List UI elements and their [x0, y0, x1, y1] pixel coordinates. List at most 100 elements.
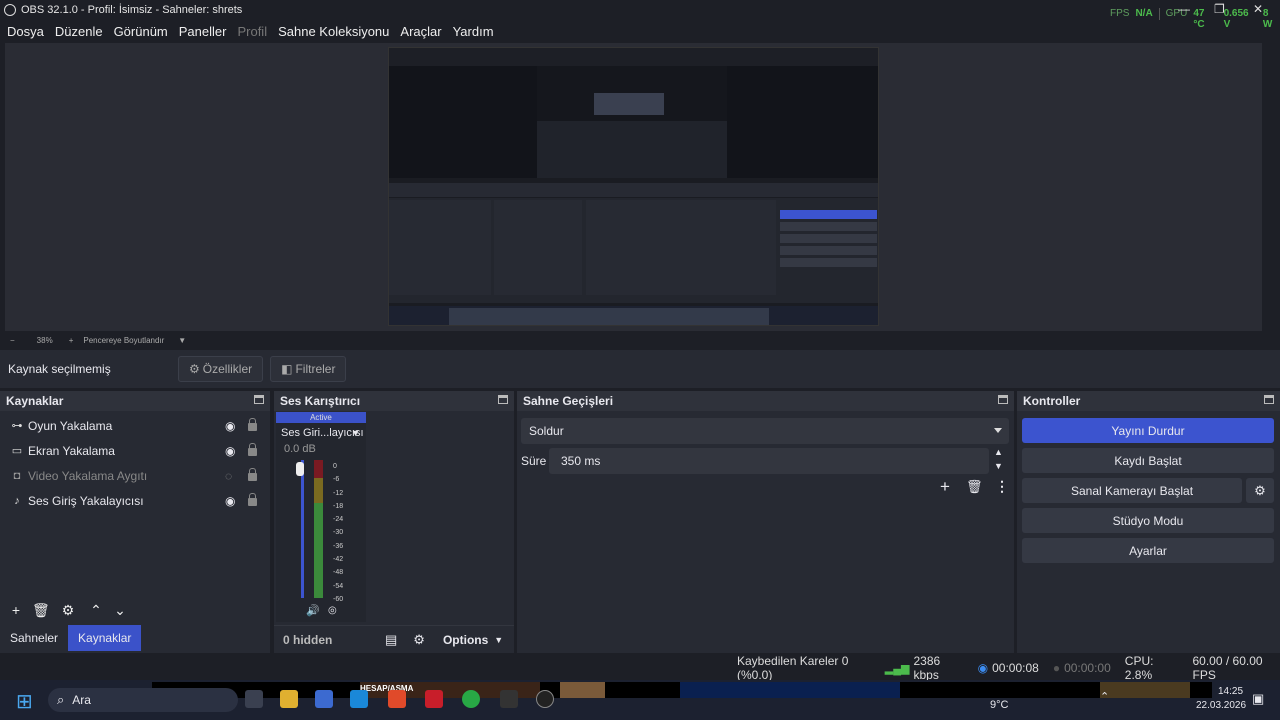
- mixer-footer: 0 hidden ▤ ⚙ Options ▼: [274, 625, 514, 653]
- menu-edit[interactable]: Düzenle: [55, 24, 103, 39]
- lock-icon[interactable]: [248, 493, 257, 506]
- status-bar: Kaybedilen Kareler 0 (%0.0) ▂▄▆ 2386 kbp…: [0, 654, 1280, 682]
- cpu-usage: CPU: 2.8%: [1124, 654, 1154, 682]
- studio-mode-button[interactable]: Stüdyo Modu: [1022, 508, 1274, 533]
- transition-type-select[interactable]: Soldur: [521, 418, 1009, 444]
- close-icon[interactable]: ✕: [1253, 2, 1263, 16]
- sources-toolbar: + 🗑 ⚙ ⌃ ⌄: [0, 599, 128, 621]
- restore-icon[interactable]: ❐: [1214, 2, 1225, 16]
- zoom-in-button[interactable]: +: [69, 336, 74, 345]
- tab-scenes[interactable]: Sahneler: [0, 625, 68, 651]
- scale-18: -18: [333, 502, 344, 510]
- eye-hidden-icon[interactable]: ◌: [225, 469, 232, 483]
- stepper-down-icon[interactable]: ▼: [994, 461, 1003, 471]
- source-item-video-capture[interactable]: ◘ Video Yakalama Aygıtı ◌: [0, 463, 270, 488]
- stop-stream-button[interactable]: Yayını Durdur: [1022, 418, 1274, 443]
- app-icon[interactable]: [425, 690, 443, 708]
- eye-icon[interactable]: ◉: [225, 494, 235, 508]
- chevron-down-icon[interactable]: ▼: [178, 336, 186, 345]
- transition-type: Soldur: [529, 424, 564, 438]
- undock-icon[interactable]: [254, 395, 264, 404]
- audio-mixer-dock: Ses Karıştırıcı Active Ses Giri...layıcı…: [274, 391, 514, 653]
- preview-canvas[interactable]: [388, 47, 879, 326]
- bitrate: 2386 kbps: [913, 654, 941, 682]
- office-icon[interactable]: [388, 690, 406, 708]
- undock-icon[interactable]: [998, 395, 1008, 404]
- minimize-icon[interactable]: —: [1178, 2, 1190, 16]
- notification-icon[interactable]: ▣: [1252, 691, 1264, 707]
- windows-start-icon[interactable]: ⊞: [16, 689, 33, 714]
- lock-icon[interactable]: [248, 418, 257, 431]
- chevron-down-icon[interactable]: ⌄: [112, 602, 128, 619]
- eye-icon[interactable]: ◉: [225, 419, 235, 433]
- speaker-icon[interactable]: 🔊: [306, 604, 320, 617]
- recursive-preview-image: [389, 48, 878, 325]
- menu-profile[interactable]: Profil: [237, 24, 267, 39]
- source-item-game-capture[interactable]: ⊶ Oyun Yakalama ◉: [0, 413, 270, 438]
- source-item-audio-input[interactable]: ♪ Ses Giriş Yakalayıcısı ◉: [0, 488, 270, 513]
- obs-taskbar-icon[interactable]: [536, 690, 554, 708]
- add-source-icon[interactable]: +: [8, 602, 24, 618]
- stepper-up-icon[interactable]: ▲: [994, 447, 1003, 457]
- zoom-mode-select[interactable]: Pencereye Boyutlandır: [83, 336, 164, 345]
- eye-icon[interactable]: ◉: [225, 444, 235, 458]
- obs-logo-icon: [4, 4, 16, 16]
- stats-divider: [1158, 8, 1160, 20]
- zoom-out-button[interactable]: −: [10, 336, 15, 345]
- options-button[interactable]: Options: [443, 633, 488, 647]
- tab-sources[interactable]: Kaynaklar: [68, 625, 142, 651]
- menu-view[interactable]: Görünüm: [114, 24, 168, 39]
- lock-icon[interactable]: [248, 443, 257, 456]
- scale-24: -24: [333, 516, 344, 524]
- chevron-down-icon[interactable]: ▼: [494, 635, 503, 645]
- more-options-icon[interactable]: ⋮: [995, 478, 1009, 495]
- source-label: Video Yakalama Aygıtı: [28, 468, 148, 483]
- duration-input[interactable]: 350 ms: [549, 448, 989, 474]
- no-source-selected-label: Kaynak seçilmemiş: [8, 362, 111, 376]
- gear-icon[interactable]: ⚙: [60, 602, 76, 619]
- source-label: Oyun Yakalama: [28, 418, 113, 433]
- taskbar-search[interactable]: ⌕ Ara: [48, 688, 238, 712]
- zoom-bar: − 38% + Pencereye Boyutlandır ▼: [0, 333, 1280, 347]
- chevron-up-icon[interactable]: ⌃: [1100, 690, 1109, 703]
- properties-button[interactable]: ⚙ Özellikler: [178, 356, 264, 382]
- menu-tools[interactable]: Araçlar: [400, 24, 441, 39]
- layout-icon[interactable]: ▤: [385, 632, 397, 648]
- title-bar: OBS 32.1.0 - Profil: İsimsiz - Sahneler:…: [0, 0, 1280, 30]
- lock-icon[interactable]: [248, 468, 257, 481]
- menu-file[interactable]: Dosya: [7, 24, 44, 39]
- edge-icon[interactable]: [350, 690, 368, 708]
- filters-button[interactable]: ◧ Filtreler: [270, 356, 347, 382]
- taskview-icon[interactable]: [245, 690, 263, 708]
- trash-icon[interactable]: 🗑: [32, 602, 50, 619]
- sources-dock-header: Kaynaklar: [0, 391, 270, 411]
- monitor-headphone-icon[interactable]: ◎: [328, 605, 337, 616]
- store-icon[interactable]: [315, 690, 333, 708]
- zoom-level: 38%: [36, 335, 53, 345]
- game-icon[interactable]: [500, 690, 518, 708]
- file-explorer-icon[interactable]: [280, 690, 298, 708]
- properties-label: Özellikler: [202, 362, 253, 376]
- clock-date[interactable]: 22.03.2026: [1196, 700, 1246, 711]
- add-transition-icon[interactable]: +: [940, 477, 950, 497]
- channel-name-select[interactable]: Ses Giri...layıcısı ▼: [276, 423, 366, 443]
- source-label: Ses Giriş Yakalayıcısı: [28, 493, 144, 508]
- undock-icon[interactable]: [498, 395, 508, 404]
- start-record-button[interactable]: Kaydı Başlat: [1022, 448, 1274, 473]
- gear-icon[interactable]: ⚙: [1246, 478, 1274, 503]
- chevron-up-icon[interactable]: ⌃: [88, 602, 104, 619]
- undock-icon[interactable]: [1264, 395, 1274, 404]
- hidden-count[interactable]: 0 hidden: [283, 633, 373, 647]
- clock-time[interactable]: 14:25: [1218, 686, 1243, 697]
- menu-scene-collection[interactable]: Sahne Koleksiyonu: [278, 24, 389, 39]
- menu-help[interactable]: Yardım: [453, 24, 494, 39]
- virtual-camera-button[interactable]: Sanal Kamerayı Başlat: [1022, 478, 1242, 503]
- volume-db: 0.0 dB: [284, 443, 316, 455]
- source-item-display-capture[interactable]: ▭ Ekran Yakalama ◉: [0, 438, 270, 463]
- settings-button[interactable]: Ayarlar: [1022, 538, 1274, 563]
- trash-icon[interactable]: 🗑: [966, 479, 983, 495]
- chrome-icon[interactable]: [462, 690, 480, 708]
- gear-icon[interactable]: ⚙: [413, 632, 425, 648]
- menu-docks[interactable]: Paneller: [179, 24, 227, 39]
- chevron-down-icon: [994, 428, 1002, 433]
